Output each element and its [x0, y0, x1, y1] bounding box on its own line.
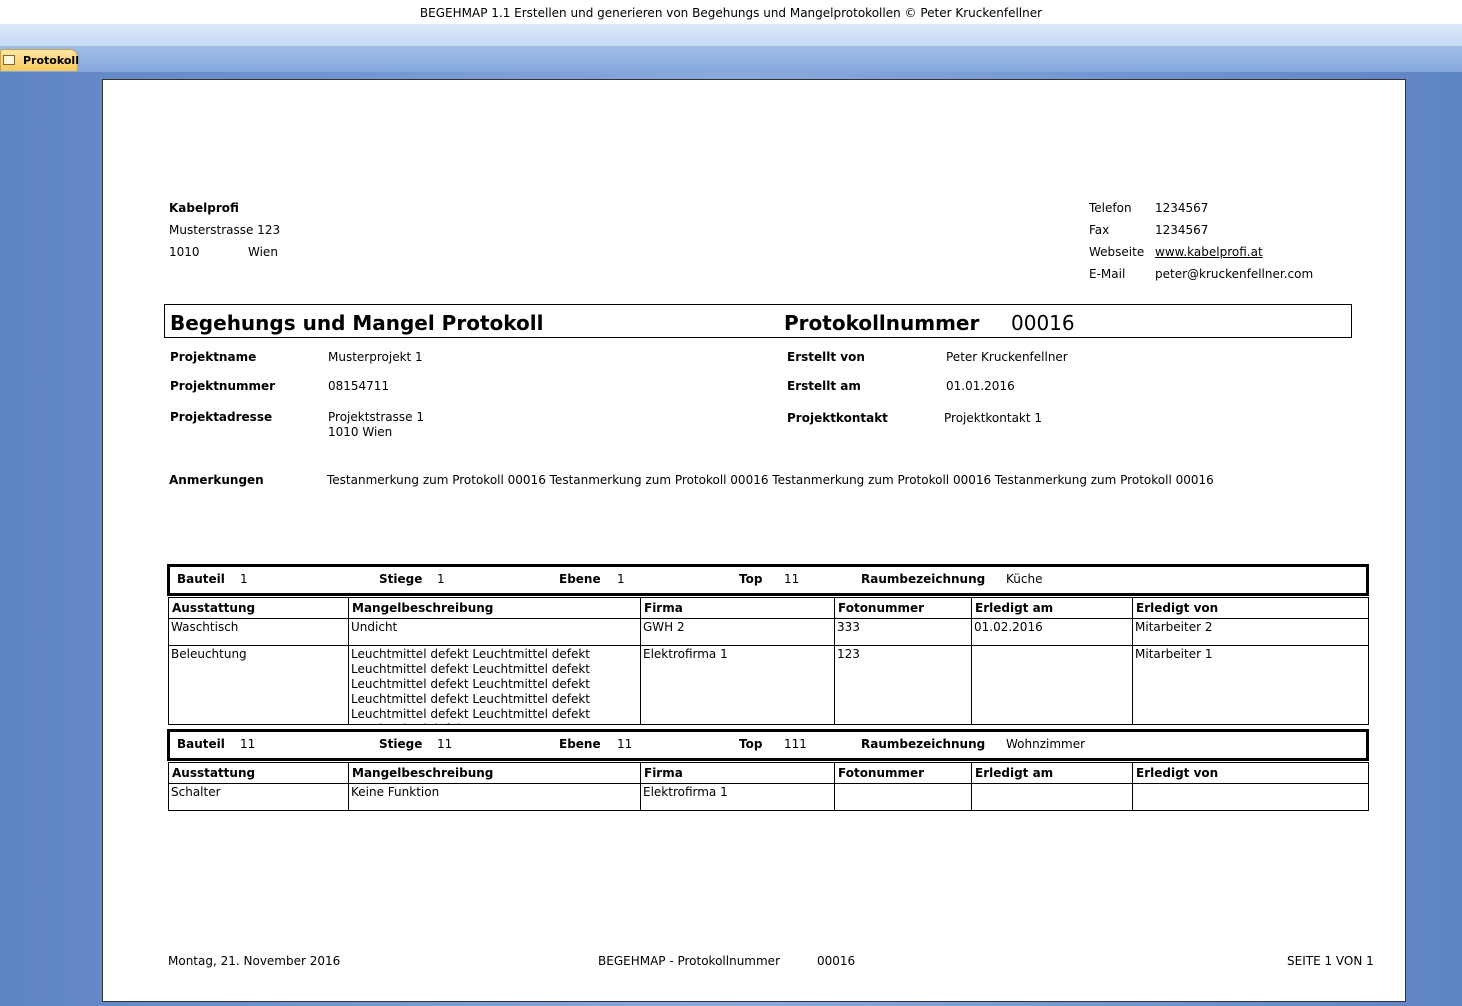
ebene-label: Ebene — [559, 737, 601, 751]
col-header-firma: Firma — [640, 597, 835, 619]
webseite-link[interactable]: www.kabelprofi.at — [1155, 245, 1263, 259]
table-cell: Elektrofirma 1 — [640, 645, 835, 725]
col-header-ausstattung: Ausstattung — [168, 762, 349, 784]
projektadresse-line2: 1010 Wien — [328, 425, 393, 439]
report-title: Begehungs und Mangel Protokoll — [170, 311, 544, 335]
anmerkungen-label: Anmerkungen — [169, 473, 264, 487]
tab-label: Protokoll — [23, 54, 79, 67]
top-label: Top — [739, 572, 763, 586]
stiege-label: Stiege — [379, 737, 423, 751]
anmerkungen-value: Testanmerkung zum Protokoll 00016 Testan… — [327, 473, 1214, 487]
projektkontakt-value: Projektkontakt 1 — [944, 411, 1043, 425]
ribbon-area — [0, 24, 1462, 46]
col-header-fotonummer: Fotonummer — [834, 762, 972, 784]
table-cell — [971, 783, 1133, 811]
top-value: 111 — [784, 737, 807, 751]
table-cell: Elektrofirma 1 — [640, 783, 835, 811]
footer-date: Montag, 21. November 2016 — [168, 954, 341, 968]
raum-label: Raumbezeichnung — [861, 737, 986, 751]
ebene-label: Ebene — [559, 572, 601, 586]
tab-bar: Protokoll — [0, 46, 1462, 73]
raum-value: Küche — [1006, 572, 1043, 586]
telefon-label: Telefon — [1089, 201, 1132, 215]
table-cell: Keine Funktion — [348, 783, 641, 811]
top-label: Top — [739, 737, 763, 751]
stiege-value: 1 — [437, 572, 445, 586]
projektname-value: Musterprojekt 1 — [328, 350, 423, 364]
erstellt-am-label: Erstellt am — [787, 379, 861, 393]
bauteil-value: 1 — [240, 572, 248, 586]
bauteil-label: Bauteil — [177, 572, 225, 586]
col-header-erledigt-von: Erledigt von — [1132, 762, 1369, 784]
protokollnummer-value: 00016 — [1011, 311, 1075, 335]
col-header-firma: Firma — [640, 762, 835, 784]
location-header-2: Bauteil 11 Stiege 11 Ebene 11 Top 111 Ra… — [167, 729, 1369, 761]
col-header-mangelbeschreibung: Mangelbeschreibung — [348, 762, 641, 784]
erstellt-von-label: Erstellt von — [787, 350, 865, 364]
table-cell — [971, 645, 1133, 725]
table-cell — [834, 783, 972, 811]
top-value: 11 — [784, 572, 800, 586]
table-cell: Schalter — [168, 783, 349, 811]
projektkontakt-label: Projektkontakt — [787, 411, 888, 425]
footer-number: 00016 — [817, 954, 856, 968]
report-title-box: Begehungs und Mangel Protokoll Protokoll… — [164, 304, 1352, 338]
table-cell: GWH 2 — [640, 618, 835, 646]
protokollnummer-label: Protokollnummer — [784, 311, 980, 335]
table-cell: 123 — [834, 645, 972, 725]
col-header-erledigt-am: Erledigt am — [971, 597, 1133, 619]
table-cell: 333 — [834, 618, 972, 646]
table-cell: Mitarbeiter 2 — [1132, 618, 1369, 646]
projektadresse-line1: Projektstrasse 1 — [328, 410, 424, 424]
col-header-erledigt-am: Erledigt am — [971, 762, 1133, 784]
company-city: Wien — [248, 245, 278, 259]
webseite-label: Webseite — [1089, 245, 1145, 259]
col-header-mangelbeschreibung: Mangelbeschreibung — [348, 597, 641, 619]
company-street: Musterstrasse 123 — [169, 223, 281, 237]
erstellt-von-value: Peter Kruckenfellner — [946, 350, 1068, 364]
table-cell: Leuchtmittel defekt Leuchtmittel defekt … — [348, 645, 641, 725]
col-header-fotonummer: Fotonummer — [834, 597, 972, 619]
projektnummer-label: Projektnummer — [170, 379, 276, 393]
report-page: Kabelprofi Musterstrasse 123 1010 Wien T… — [102, 79, 1406, 1002]
table-cell: Beleuchtung — [168, 645, 349, 725]
ebene-value: 1 — [617, 572, 625, 586]
raum-label: Raumbezeichnung — [861, 572, 986, 586]
report-icon — [3, 55, 15, 65]
bauteil-label: Bauteil — [177, 737, 225, 751]
projektname-label: Projektname — [170, 350, 257, 364]
fax-label: Fax — [1089, 223, 1110, 237]
bauteil-value: 11 — [240, 737, 256, 751]
email-value: peter@kruckenfellner.com — [1155, 267, 1314, 281]
email-label: E-Mail — [1089, 267, 1126, 281]
company-name: Kabelprofi — [169, 201, 239, 215]
raum-value: Wohnzimmer — [1006, 737, 1086, 751]
location-header-1: Bauteil 1 Stiege 1 Ebene 1 Top 11 Raumbe… — [167, 564, 1369, 596]
table-cell: Mitarbeiter 1 — [1132, 645, 1369, 725]
projektadresse-label: Projektadresse — [170, 410, 273, 424]
projektnummer-value: 08154711 — [328, 379, 390, 393]
col-header-ausstattung: Ausstattung — [168, 597, 349, 619]
stiege-value: 11 — [437, 737, 453, 751]
window-title: BEGEHMAP 1.1 Erstellen und generieren vo… — [0, 0, 1462, 24]
telefon-value: 1234567 — [1155, 201, 1209, 215]
table-cell: 01.02.2016 — [971, 618, 1133, 646]
stiege-label: Stiege — [379, 572, 423, 586]
table-cell: Waschtisch — [168, 618, 349, 646]
col-header-erledigt-von: Erledigt von — [1132, 597, 1369, 619]
footer-page: SEITE 1 VON 1 — [1287, 954, 1374, 968]
table-cell: Undicht — [348, 618, 641, 646]
table-cell — [1132, 783, 1369, 811]
ebene-value: 11 — [617, 737, 633, 751]
company-zip: 1010 — [169, 245, 200, 259]
fax-value: 1234567 — [1155, 223, 1209, 237]
erstellt-am-value: 01.01.2016 — [946, 379, 1015, 393]
tab-protokoll[interactable]: Protokoll — [0, 49, 79, 71]
footer-center-label: BEGEHMAP - Protokollnummer — [598, 954, 780, 968]
